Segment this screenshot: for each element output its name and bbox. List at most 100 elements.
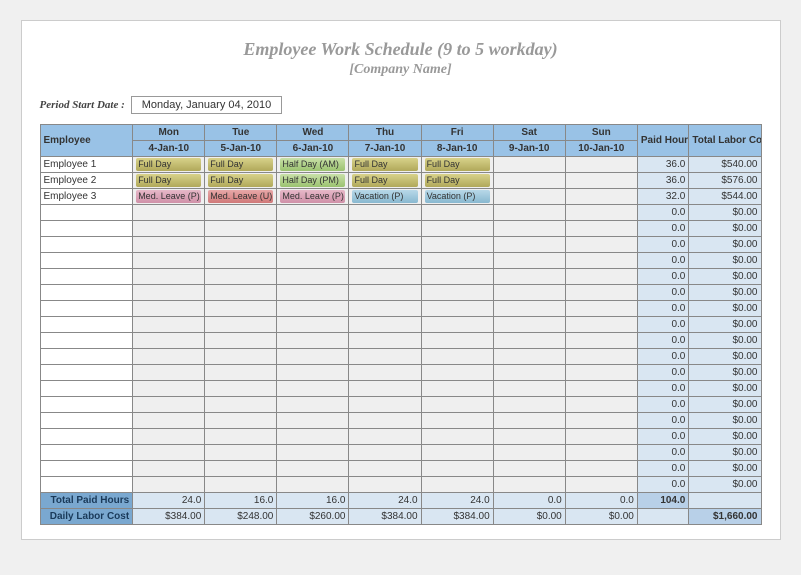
schedule-cell[interactable]	[565, 189, 637, 205]
schedule-cell[interactable]	[133, 365, 205, 381]
schedule-cell[interactable]	[421, 237, 493, 253]
schedule-cell[interactable]	[133, 269, 205, 285]
employee-cell[interactable]	[40, 365, 133, 381]
schedule-cell[interactable]: Full Day	[349, 173, 421, 189]
schedule-cell[interactable]	[565, 157, 637, 173]
schedule-cell[interactable]	[133, 381, 205, 397]
schedule-cell[interactable]	[205, 221, 277, 237]
schedule-cell[interactable]	[205, 269, 277, 285]
schedule-cell[interactable]: Med. Leave (P)	[277, 189, 349, 205]
schedule-cell[interactable]	[349, 205, 421, 221]
schedule-cell[interactable]: Vacation (P)	[349, 189, 421, 205]
schedule-cell[interactable]	[493, 381, 565, 397]
schedule-cell[interactable]	[205, 301, 277, 317]
schedule-cell[interactable]	[565, 253, 637, 269]
schedule-cell[interactable]	[421, 365, 493, 381]
schedule-cell[interactable]	[277, 285, 349, 301]
schedule-cell[interactable]	[565, 301, 637, 317]
schedule-cell[interactable]	[493, 301, 565, 317]
schedule-cell[interactable]	[349, 285, 421, 301]
schedule-cell[interactable]	[349, 269, 421, 285]
schedule-cell[interactable]	[565, 461, 637, 477]
schedule-cell[interactable]	[421, 461, 493, 477]
employee-cell[interactable]	[40, 301, 133, 317]
schedule-cell[interactable]	[421, 269, 493, 285]
schedule-cell[interactable]	[277, 301, 349, 317]
schedule-cell[interactable]	[493, 349, 565, 365]
schedule-cell[interactable]: Med. Leave (P)	[133, 189, 205, 205]
employee-cell[interactable]	[40, 317, 133, 333]
schedule-cell[interactable]	[133, 285, 205, 301]
schedule-cell[interactable]	[349, 301, 421, 317]
schedule-cell[interactable]	[493, 365, 565, 381]
schedule-cell[interactable]	[421, 381, 493, 397]
employee-cell[interactable]	[40, 445, 133, 461]
employee-cell[interactable]	[40, 477, 133, 493]
schedule-cell[interactable]	[133, 205, 205, 221]
schedule-cell[interactable]	[493, 173, 565, 189]
schedule-cell[interactable]	[277, 397, 349, 413]
schedule-cell[interactable]	[421, 413, 493, 429]
schedule-cell[interactable]	[421, 205, 493, 221]
schedule-cell[interactable]	[205, 429, 277, 445]
schedule-cell[interactable]: Full Day	[205, 157, 277, 173]
schedule-cell[interactable]	[565, 381, 637, 397]
schedule-cell[interactable]	[421, 221, 493, 237]
schedule-cell[interactable]	[565, 285, 637, 301]
schedule-cell[interactable]	[133, 333, 205, 349]
schedule-cell[interactable]: Full Day	[133, 173, 205, 189]
schedule-cell[interactable]	[349, 413, 421, 429]
schedule-cell[interactable]: Vacation (P)	[421, 189, 493, 205]
schedule-cell[interactable]	[205, 285, 277, 301]
schedule-cell[interactable]	[565, 269, 637, 285]
schedule-cell[interactable]	[493, 269, 565, 285]
schedule-cell[interactable]	[421, 285, 493, 301]
schedule-cell[interactable]	[133, 237, 205, 253]
schedule-cell[interactable]: Med. Leave (U)▾	[205, 189, 277, 205]
schedule-cell[interactable]	[421, 429, 493, 445]
schedule-cell[interactable]	[493, 157, 565, 173]
schedule-cell[interactable]	[565, 477, 637, 493]
schedule-cell[interactable]: Full Day	[133, 157, 205, 173]
schedule-cell[interactable]	[133, 317, 205, 333]
schedule-cell[interactable]	[133, 477, 205, 493]
schedule-cell[interactable]	[565, 205, 637, 221]
schedule-cell[interactable]	[349, 317, 421, 333]
schedule-cell[interactable]	[565, 349, 637, 365]
schedule-cell[interactable]	[133, 349, 205, 365]
employee-cell[interactable]	[40, 381, 133, 397]
schedule-cell[interactable]	[277, 317, 349, 333]
schedule-cell[interactable]	[565, 445, 637, 461]
schedule-cell[interactable]	[565, 173, 637, 189]
schedule-cell[interactable]	[565, 429, 637, 445]
employee-cell[interactable]: Employee 3	[40, 189, 133, 205]
schedule-cell[interactable]	[205, 381, 277, 397]
schedule-cell[interactable]	[421, 477, 493, 493]
schedule-cell[interactable]	[493, 397, 565, 413]
schedule-cell[interactable]	[493, 429, 565, 445]
employee-cell[interactable]	[40, 397, 133, 413]
schedule-cell[interactable]	[205, 413, 277, 429]
schedule-cell[interactable]	[205, 349, 277, 365]
schedule-cell[interactable]	[205, 237, 277, 253]
schedule-cell[interactable]	[277, 445, 349, 461]
schedule-cell[interactable]	[565, 365, 637, 381]
schedule-cell[interactable]	[133, 221, 205, 237]
schedule-cell[interactable]	[277, 381, 349, 397]
schedule-cell[interactable]	[421, 317, 493, 333]
schedule-cell[interactable]	[493, 477, 565, 493]
schedule-cell[interactable]: Full Day	[421, 157, 493, 173]
schedule-cell[interactable]	[205, 365, 277, 381]
schedule-cell[interactable]	[349, 445, 421, 461]
schedule-cell[interactable]: Half Day (PM)	[277, 173, 349, 189]
employee-cell[interactable]: Employee 2	[40, 173, 133, 189]
schedule-cell[interactable]	[421, 253, 493, 269]
schedule-cell[interactable]	[421, 445, 493, 461]
schedule-cell[interactable]	[205, 461, 277, 477]
schedule-cell[interactable]	[205, 333, 277, 349]
schedule-cell[interactable]	[133, 429, 205, 445]
schedule-cell[interactable]	[277, 237, 349, 253]
employee-cell[interactable]	[40, 221, 133, 237]
schedule-cell[interactable]	[277, 253, 349, 269]
schedule-cell[interactable]	[565, 413, 637, 429]
